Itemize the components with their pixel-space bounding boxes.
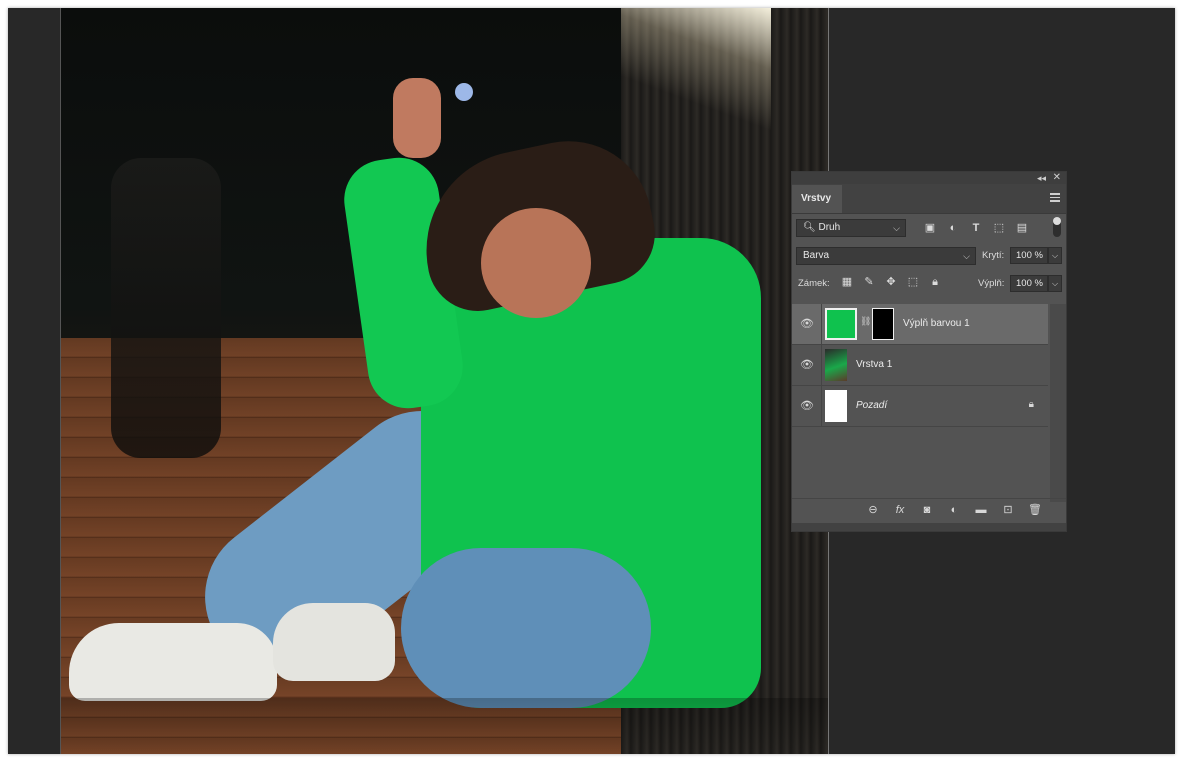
search-icon: 🔍︎ [803, 222, 816, 233]
visibility-eye-icon[interactable]: 👁︎ [800, 399, 814, 413]
opacity-label: Krytí: [982, 250, 1005, 261]
photo-bokeh-light [455, 83, 473, 101]
photo-fist [393, 78, 441, 158]
mask-link-icon[interactable]: ⛓ [860, 316, 871, 327]
layers-scrollbar[interactable] [1050, 304, 1066, 502]
lock-row: Zámek: ▦ ✎ ✥ ⬚ 🔒︎ Výplň: 100 % ⌵ [792, 270, 1066, 298]
type-filter-icon[interactable]: T [968, 220, 984, 236]
fx-icon[interactable]: fx [891, 502, 909, 518]
layers-panel: ◂◂ ✕ Vrstvy 🔍︎ Druh ⌵ ▣ ◐ T ⬚ ▤ Barva ⌵ … [791, 171, 1067, 532]
chevron-down-icon: ⌵ [963, 251, 970, 261]
lock-transparent-icon[interactable]: ▦ [839, 274, 855, 290]
opacity-input[interactable]: 100 % [1010, 247, 1048, 264]
opacity-dropdown-icon[interactable]: ⌵ [1048, 247, 1062, 264]
filter-kind-select[interactable]: 🔍︎ Druh ⌵ [796, 219, 906, 237]
photo-floor-shadow [61, 698, 828, 754]
chevron-down-icon: ⌵ [893, 223, 900, 233]
fill-input[interactable]: 100 % [1010, 275, 1048, 292]
shape-filter-icon[interactable]: ⬚ [991, 220, 1007, 236]
lock-all-icon[interactable]: 🔒︎ [927, 274, 943, 290]
photo-face [481, 208, 591, 318]
lock-artboard-icon[interactable]: ⬚ [905, 274, 921, 290]
photo-thumbnail[interactable] [825, 349, 847, 381]
filter-row: 🔍︎ Druh ⌵ ▣ ◐ T ⬚ ▤ [792, 214, 1066, 242]
photo-background-people [111, 158, 221, 458]
tab-layers[interactable]: Vrstvy [792, 185, 842, 213]
lock-position-icon[interactable]: ✥ [883, 274, 899, 290]
image-filter-icon[interactable]: ▣ [922, 220, 938, 236]
layer-lock-icon: 🔒︎ [1028, 399, 1034, 410]
blend-mode-select[interactable]: Barva ⌵ [796, 247, 976, 265]
layer-fill-color[interactable]: 👁︎ ⛓ Výplň barvou 1 [792, 304, 1048, 345]
filter-kind-label: Druh [818, 222, 841, 233]
photo-sneaker-left [69, 623, 277, 701]
photo-sneaker-right [273, 603, 395, 681]
filter-toggle[interactable] [1053, 217, 1061, 237]
background-thumbnail[interactable] [825, 390, 847, 422]
link-layers-icon[interactable]: ⊖ [864, 502, 882, 518]
photoshop-workspace: ◂◂ ✕ Vrstvy 🔍︎ Druh ⌵ ▣ ◐ T ⬚ ▤ Barva ⌵ … [8, 8, 1175, 754]
layer-photo[interactable]: 👁︎ Vrstva 1 [792, 345, 1048, 386]
layer-name[interactable]: Výplň barvou 1 [903, 318, 970, 329]
fill-dropdown-icon[interactable]: ⌵ [1048, 275, 1062, 292]
panel-menu-icon[interactable] [1050, 193, 1060, 202]
layer-name[interactable]: Pozadí [856, 400, 887, 411]
blend-row: Barva ⌵ Krytí: 100 % ⌵ [792, 242, 1066, 270]
panel-title-bar[interactable]: ◂◂ ✕ [792, 172, 1066, 184]
photo-light-strip [621, 8, 771, 158]
new-layer-icon[interactable]: ⊡ [999, 502, 1017, 518]
lock-label: Zámek: [798, 278, 830, 289]
visibility-eye-icon[interactable]: 👁︎ [800, 358, 814, 372]
close-panel-icon[interactable]: ✕ [1053, 172, 1061, 184]
layer-background[interactable]: 👁︎ Pozadí 🔒︎ [792, 386, 1048, 427]
panel-resize-handle[interactable] [792, 523, 1066, 531]
trash-icon[interactable]: 🗑︎ [1026, 502, 1044, 518]
smart-object-filter-icon[interactable]: ▤ [1014, 220, 1030, 236]
layer-name[interactable]: Vrstva 1 [856, 359, 892, 370]
document-canvas[interactable] [60, 8, 829, 754]
panel-tab-strip: Vrstvy [792, 184, 1066, 214]
add-mask-icon[interactable]: ◙ [918, 502, 936, 518]
lock-image-icon[interactable]: ✎ [861, 274, 877, 290]
collapse-panel-icon[interactable]: ◂◂ [1037, 172, 1046, 184]
adjustment-filter-icon[interactable]: ◐ [945, 220, 961, 236]
fill-label: Výplň: [978, 278, 1005, 289]
layer-mask-thumbnail[interactable] [872, 308, 894, 340]
panel-bottom-bar: ⊖ fx ◙ ◐ ▬ ⊡ 🗑︎ [792, 498, 1066, 521]
group-folder-icon[interactable]: ▬ [972, 502, 990, 518]
layers-list: 👁︎ ⛓ Výplň barvou 1 👁︎ Vrstva 1 👁︎ Pozad… [792, 304, 1048, 427]
visibility-eye-icon[interactable]: 👁︎ [800, 317, 814, 331]
photo-jeans-knee [401, 548, 651, 708]
fill-color-thumbnail[interactable] [825, 308, 857, 340]
adjustment-layer-icon[interactable]: ◐ [945, 502, 963, 518]
blend-mode-label: Barva [803, 250, 830, 261]
